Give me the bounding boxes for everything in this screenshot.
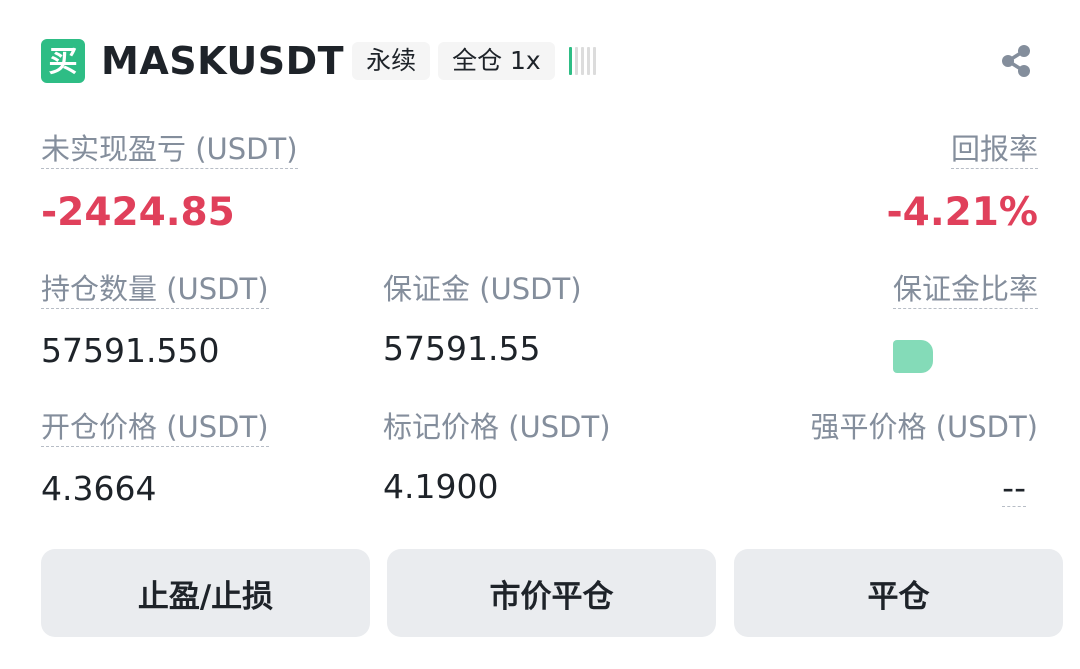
unrealized-pnl-label[interactable]: 未实现盈亏 (USDT) [41, 130, 298, 169]
risk-level-indicator [568, 46, 599, 76]
margin-label: 保证金 (USDT) [383, 272, 582, 306]
position-size-label[interactable]: 持仓数量 (USDT) [41, 270, 269, 309]
close-position-button[interactable]: 平仓 [734, 549, 1063, 637]
position-size-value: 57591.550 [41, 331, 220, 370]
margin-mode-tag[interactable]: 全仓 1x [438, 42, 555, 80]
risk-bar [574, 47, 578, 75]
margin-ratio-label[interactable]: 保证金比率 [892, 270, 1038, 309]
risk-bar [586, 47, 590, 75]
position-card: 买 MASKUSDT 永续 全仓 1x 未实现盈亏 (USDT) -2424.8… [0, 0, 1080, 669]
risk-bar [568, 47, 572, 75]
contract-type-tag: 永续 [352, 42, 431, 80]
symbol-name[interactable]: MASKUSDT [101, 39, 344, 83]
roe-label[interactable]: 回报率 [950, 130, 1038, 169]
market-close-button[interactable]: 市价平仓 [387, 549, 716, 637]
risk-bar [580, 47, 584, 75]
tpsl-button[interactable]: 止盈/止损 [41, 549, 370, 637]
share-icon[interactable] [1000, 44, 1032, 78]
margin-ratio-indicator [893, 340, 933, 373]
entry-price-label[interactable]: 开仓价格 (USDT) [41, 408, 269, 447]
side-badge: 买 [41, 39, 85, 83]
entry-price-value: 4.3664 [41, 469, 157, 508]
liquidation-price-label: 强平价格 (USDT) [810, 410, 1038, 444]
risk-bar [592, 47, 596, 75]
margin-value: 57591.55 [383, 329, 541, 368]
position-header: 买 MASKUSDT 永续 全仓 1x [41, 38, 599, 84]
mark-price-label: 标记价格 (USDT) [383, 410, 611, 444]
roe-value: -4.21% [886, 190, 1039, 235]
liquidation-price-value[interactable]: -- [1002, 470, 1026, 507]
mark-price-value: 4.1900 [383, 467, 499, 506]
unrealized-pnl-value: -2424.85 [41, 190, 235, 235]
